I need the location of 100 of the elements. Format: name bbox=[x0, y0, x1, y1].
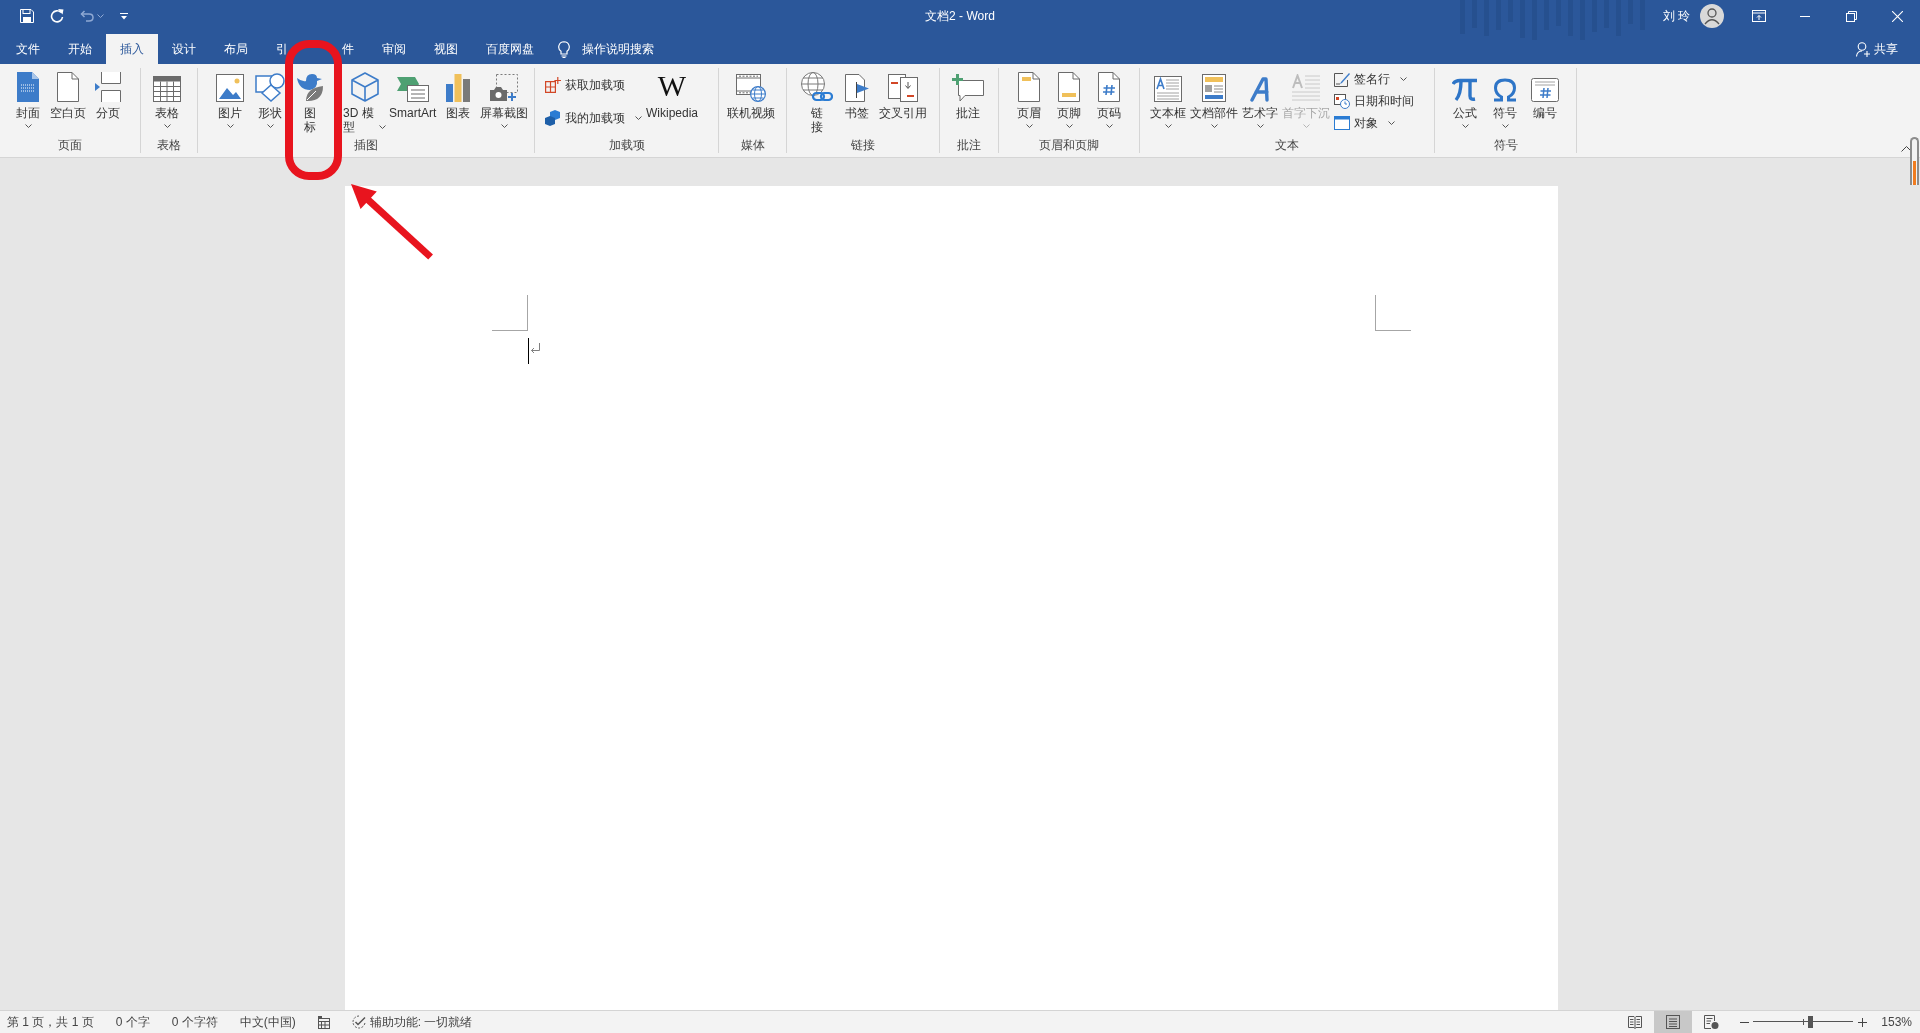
print-layout-icon bbox=[1666, 1015, 1681, 1029]
share-button[interactable]: 共享 bbox=[1856, 34, 1898, 64]
pi-icon bbox=[1452, 78, 1478, 102]
page-break-icon bbox=[95, 72, 121, 102]
zoom-slider[interactable] bbox=[1753, 1016, 1854, 1028]
margin-corner-mark bbox=[1375, 295, 1411, 331]
globe-link-icon bbox=[801, 72, 833, 102]
text-box-button[interactable]: 文本框 bbox=[1148, 68, 1188, 138]
wikipedia-button[interactable]: W Wikipedia bbox=[644, 68, 701, 138]
wikipedia-logo: W bbox=[657, 70, 687, 102]
bird-leaf-icon bbox=[296, 72, 324, 102]
symbol-button[interactable]: 符号 bbox=[1485, 68, 1525, 138]
footer-page-icon bbox=[1058, 72, 1080, 102]
group-label: 插图 bbox=[353, 138, 379, 153]
signature-pen-icon bbox=[1334, 71, 1350, 87]
ribbon-tab[interactable]: 引 bbox=[262, 34, 302, 64]
group-label: 符号 bbox=[1492, 138, 1519, 153]
icons-button[interactable]: 图标 bbox=[290, 68, 330, 138]
ribbon-tab[interactable]: 件 bbox=[328, 34, 368, 64]
accessibility-status[interactable]: 辅助功能: 一切就绪 bbox=[351, 1013, 473, 1031]
date-time-button[interactable]: 日期和时间 bbox=[1332, 90, 1416, 112]
shapes-icon bbox=[255, 72, 285, 102]
group-label: 文本 bbox=[1274, 138, 1300, 153]
wordart-icon bbox=[1249, 76, 1271, 102]
chart-button[interactable]: 图表 bbox=[438, 68, 479, 138]
scrollbar-thumb[interactable] bbox=[1910, 137, 1919, 185]
bar-chart-icon bbox=[446, 74, 471, 102]
print-layout-button[interactable] bbox=[1654, 1011, 1693, 1033]
text-box-icon bbox=[1154, 76, 1182, 102]
minimize-icon bbox=[1800, 15, 1810, 17]
numbering-button[interactable]: 编号 bbox=[1525, 68, 1565, 138]
3d-models-button[interactable]: 3D 模型 bbox=[342, 68, 387, 138]
page-number-button[interactable]: 页码 bbox=[1089, 68, 1129, 138]
read-mode-icon bbox=[1628, 1015, 1643, 1029]
numbering-icon bbox=[1531, 78, 1559, 102]
zoom-slider-thumb[interactable] bbox=[1807, 1016, 1813, 1028]
character-count: 0 个字符 bbox=[171, 1014, 218, 1031]
ribbon-tab[interactable]: 审阅 bbox=[368, 34, 420, 64]
ribbon-tab[interactable]: 视图 bbox=[420, 34, 472, 64]
page-number-icon bbox=[1098, 72, 1120, 102]
ribbon-tab[interactable]: 布局 bbox=[210, 34, 262, 64]
header-button[interactable]: 页眉 bbox=[1009, 68, 1049, 138]
my-add-ins-button[interactable]: 我的加载项 bbox=[543, 106, 644, 129]
account-button[interactable] bbox=[1700, 4, 1724, 28]
lightbulb-icon bbox=[558, 40, 570, 58]
page-count[interactable]: 第 1 页，共 1 页 bbox=[7, 1013, 94, 1031]
document-parts-button[interactable]: 文档部件 bbox=[1188, 68, 1240, 138]
signature-line-button[interactable]: 签名行 bbox=[1332, 68, 1416, 90]
shapes-button[interactable]: 形状 bbox=[250, 68, 290, 138]
ribbon-tab[interactable]: 设计 bbox=[158, 34, 210, 64]
zoom-level[interactable]: 153% bbox=[1881, 1013, 1912, 1031]
link-button[interactable]: 链接 bbox=[797, 68, 837, 138]
table-button[interactable]: 表格 bbox=[147, 68, 187, 138]
word-count[interactable]: 0 个字 bbox=[115, 1013, 150, 1031]
smartart-button[interactable]: SmartArt bbox=[387, 68, 439, 138]
zoom-in-button[interactable] bbox=[1858, 1016, 1868, 1028]
ribbon-tab[interactable]: 文件 bbox=[2, 34, 54, 64]
ribbon-tab[interactable]: 开始 bbox=[54, 34, 106, 64]
cover-page-button[interactable]: 封面 bbox=[8, 68, 48, 138]
ribbon-tab[interactable]: 插入 bbox=[106, 34, 158, 64]
video-globe-icon bbox=[736, 74, 766, 102]
online-video-button[interactable]: 联机视频 bbox=[725, 68, 777, 138]
screenshot-button[interactable]: 屏幕截图 bbox=[478, 68, 531, 138]
header-page-icon bbox=[1018, 72, 1040, 102]
tell-me-search[interactable]: 操作说明搜索 bbox=[558, 34, 654, 64]
plus-icon bbox=[1858, 1017, 1868, 1027]
group-label: 加载项 bbox=[607, 138, 646, 153]
chevron-down-icon bbox=[97, 14, 104, 18]
cross-reference-button[interactable]: 交叉引用 bbox=[877, 68, 929, 138]
web-layout-icon bbox=[1703, 1015, 1719, 1029]
camera-icon bbox=[490, 74, 519, 102]
bookmark-button[interactable]: 书签 bbox=[837, 68, 877, 138]
comment-button[interactable]: 批注 bbox=[948, 68, 988, 138]
equation-button[interactable]: 公式 bbox=[1445, 68, 1485, 138]
bookmark-icon bbox=[845, 74, 869, 102]
customize-toolbar-button[interactable] bbox=[120, 12, 128, 20]
restore-icon bbox=[1845, 10, 1857, 22]
omega-icon bbox=[1492, 78, 1518, 102]
group-label: 页面 bbox=[57, 138, 83, 153]
language-indicator[interactable]: 中文(中国) bbox=[239, 1013, 296, 1031]
footer-button[interactable]: 页脚 bbox=[1049, 68, 1089, 138]
pictures-button[interactable]: 图片 bbox=[210, 68, 250, 138]
accessibility-check-icon bbox=[351, 1015, 366, 1029]
wordart-button[interactable]: 艺术字 bbox=[1240, 68, 1280, 138]
ribbon-tab[interactable]: 百度网盘 bbox=[472, 34, 548, 64]
cube-icon bbox=[350, 72, 379, 102]
add-in-cubes-icon bbox=[545, 109, 561, 126]
page-break-button[interactable]: 分页 bbox=[88, 68, 128, 138]
text-cursor bbox=[528, 338, 529, 364]
ribbon-display-icon bbox=[1752, 10, 1766, 22]
grid-document-icon[interactable] bbox=[317, 1015, 330, 1029]
save-button[interactable] bbox=[20, 9, 34, 23]
person-plus-icon bbox=[1856, 41, 1870, 57]
repeat-button[interactable] bbox=[50, 9, 64, 23]
comment-plus-icon bbox=[952, 74, 984, 102]
blank-page-button[interactable]: 空白页 bbox=[48, 68, 88, 138]
repeat-icon bbox=[50, 9, 64, 23]
object-button[interactable]: 对象 bbox=[1332, 112, 1416, 134]
calendar-clock-icon bbox=[1334, 93, 1350, 109]
get-add-ins-button[interactable]: 获取加载项 bbox=[543, 73, 644, 96]
